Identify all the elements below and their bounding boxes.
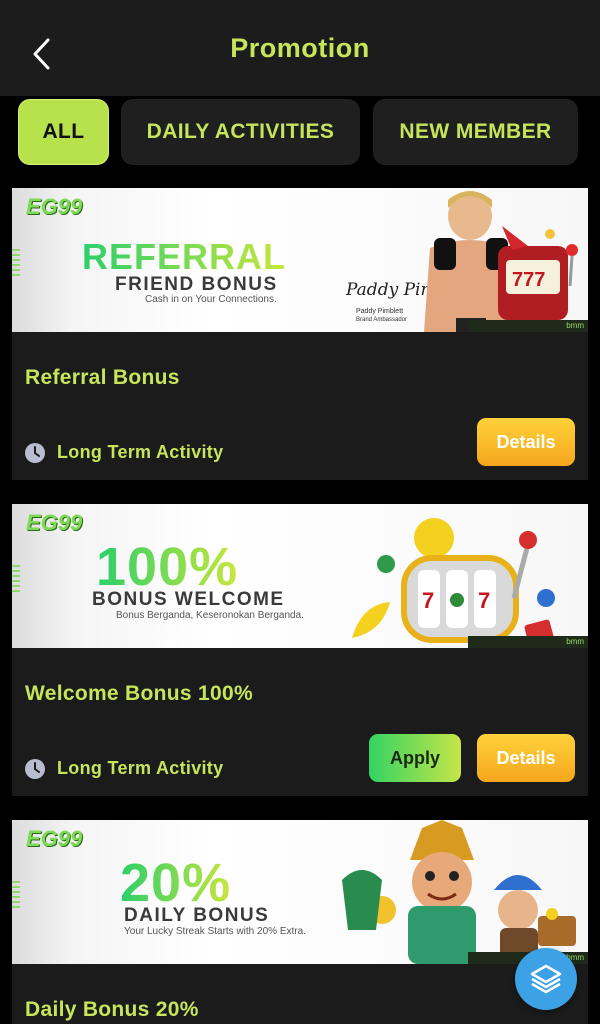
brand-logo: EG99 bbox=[26, 826, 83, 851]
tab-daily-activities[interactable]: DAILY ACTIVITIES bbox=[121, 99, 360, 165]
chevron-left-icon bbox=[33, 38, 50, 70]
slot-machine-image: 777 bbox=[498, 226, 578, 320]
promo-title: Welcome Bonus 100% bbox=[25, 682, 253, 705]
svg-text:7: 7 bbox=[422, 588, 434, 613]
banner-caption: Paddy Pimblett bbox=[356, 308, 404, 315]
promo-card-referral: EG99 REFERRAL FRIEND BONUS Cash in on Yo… bbox=[12, 188, 588, 480]
promo-term-label: Long Term Activity bbox=[57, 758, 224, 778]
banner-caption2: Brand Ambassador bbox=[356, 317, 408, 323]
banner-subline: BONUS WELCOME bbox=[92, 589, 285, 610]
promo-banner[interactable]: EG99 100% BONUS WELCOME Bonus Berganda, … bbox=[12, 504, 588, 648]
brand-bar: bmm bbox=[468, 636, 588, 648]
brand-bar: bmm bbox=[468, 320, 588, 332]
brand-logo: EG99 bbox=[26, 510, 83, 535]
floating-layers-button[interactable] bbox=[515, 948, 577, 1010]
tab-new-member[interactable]: NEW MEMBER bbox=[373, 99, 578, 165]
clock-icon bbox=[25, 758, 45, 779]
clock-icon bbox=[25, 442, 45, 463]
banner-subline: FRIEND BONUS bbox=[115, 274, 278, 295]
banner-subline: DAILY BONUS bbox=[124, 905, 270, 926]
promo-title: Referral Bonus bbox=[25, 366, 180, 389]
promo-term: Long Term Activity bbox=[25, 442, 223, 463]
promo-card-daily: EG99 20% DAILY BONUS Your Lucky Streak S… bbox=[12, 820, 588, 1024]
slot-reel-image: 7 7 bbox=[352, 518, 555, 644]
promo-title: Daily Bonus 20% bbox=[25, 998, 199, 1021]
back-button[interactable] bbox=[22, 30, 62, 78]
promo-card-welcome: EG99 100% BONUS WELCOME Bonus Berganda, … bbox=[12, 504, 588, 796]
page-title: Promotion bbox=[230, 32, 370, 63]
aztec-characters-image bbox=[342, 820, 576, 964]
banner-tagline: Cash in on Your Connections. bbox=[145, 294, 277, 305]
layers-icon bbox=[530, 964, 562, 994]
banner-tagline: Bonus Berganda, Keseronokan Berganda. bbox=[116, 610, 304, 621]
header-bar: Promotion bbox=[0, 0, 600, 96]
details-button[interactable]: Details bbox=[477, 734, 575, 782]
svg-text:7: 7 bbox=[478, 588, 490, 613]
tab-bar: ALL DAILY ACTIVITIES NEW MEMBER bbox=[0, 96, 600, 174]
details-button[interactable]: Details bbox=[477, 418, 575, 466]
banner-headline: REFERRAL bbox=[82, 236, 286, 277]
tab-all[interactable]: ALL bbox=[18, 99, 109, 165]
promo-banner[interactable]: EG99 20% DAILY BONUS Your Lucky Streak S… bbox=[12, 820, 588, 964]
svg-text:777: 777 bbox=[512, 269, 545, 291]
promo-term-label: Long Term Activity bbox=[57, 442, 224, 462]
promo-term: Long Term Activity bbox=[25, 758, 223, 779]
promo-banner[interactable]: EG99 REFERRAL FRIEND BONUS Cash in on Yo… bbox=[12, 188, 588, 332]
banner-tagline: Your Lucky Streak Starts with 20% Extra. bbox=[124, 926, 306, 937]
apply-button[interactable]: Apply bbox=[369, 734, 461, 782]
brand-logo: EG99 bbox=[26, 194, 83, 219]
